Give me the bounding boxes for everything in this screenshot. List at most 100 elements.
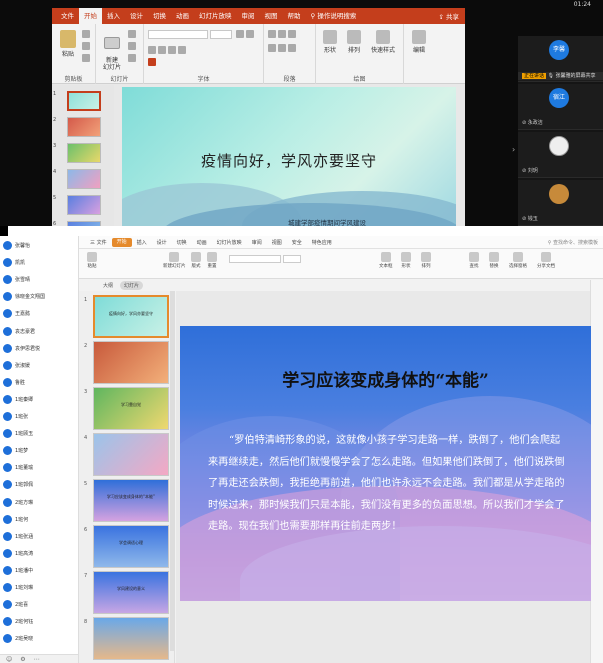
list-item[interactable]: 鲁胜 xyxy=(3,377,25,388)
list-item[interactable]: 徐晓金文翔国 xyxy=(3,291,45,302)
section-icon[interactable] xyxy=(128,54,136,62)
wps-menu-security[interactable]: 安全 xyxy=(287,239,307,246)
underline-icon[interactable] xyxy=(168,46,176,54)
wps-layout-button[interactable]: 版式 xyxy=(191,252,201,269)
wps-textbox-button[interactable]: 文本框 xyxy=(379,252,393,269)
ppt-thumb-3[interactable]: 3 xyxy=(53,143,111,165)
thumbnail-scrollbar[interactable] xyxy=(170,291,174,651)
wps-font-name-field[interactable] xyxy=(229,255,281,263)
wps-new-slide-button[interactable]: 新建幻灯片 xyxy=(163,252,186,269)
list-item[interactable]: 凯凯 xyxy=(3,257,25,268)
layout-icon[interactable] xyxy=(128,30,136,38)
list-item[interactable]: 1班高涛 xyxy=(3,548,33,559)
wps-replace-button[interactable]: 替换 xyxy=(489,252,499,269)
wps-font-size-field[interactable] xyxy=(283,255,301,263)
align-center-icon[interactable] xyxy=(278,44,286,52)
wps-thumb-2[interactable]: 2 xyxy=(83,341,171,386)
bold-icon[interactable] xyxy=(148,46,156,54)
ppt-tab-insert[interactable]: 插入 xyxy=(102,8,125,24)
list-item[interactable]: 1班秦卿 xyxy=(3,394,33,405)
wps-thumb-7[interactable]: 7 学风建设的意义 xyxy=(83,571,171,616)
list-item[interactable]: 1班刘琳 xyxy=(3,582,33,593)
wps-thumb-1[interactable]: 1 疫情向好，学风亦要坚守 xyxy=(83,295,171,340)
ppt-thumb-5[interactable]: 5 xyxy=(53,195,111,217)
list-item[interactable]: 1班顾玉 xyxy=(3,428,33,439)
ppt-tab-design[interactable]: 设计 xyxy=(125,8,148,24)
tab-outline[interactable]: 大纲 xyxy=(99,281,117,290)
list-item[interactable]: 1班潘中 xyxy=(3,565,33,576)
ppt-shape-button[interactable]: 形状 xyxy=(320,30,340,54)
ppt-quick-style-button[interactable]: 快速样式 xyxy=(368,30,398,54)
ppt-tab-view[interactable]: 视图 xyxy=(260,8,283,24)
align-left-icon[interactable] xyxy=(268,44,276,52)
ppt-tab-transitions[interactable]: 切换 xyxy=(148,8,171,24)
ppt-tab-home[interactable]: 开始 xyxy=(79,8,102,24)
font-color-icon[interactable] xyxy=(148,58,156,66)
wps-search-box[interactable]: ⚲ 查找命令、搜索模板 xyxy=(548,239,603,246)
wps-menu-slideshow[interactable]: 幻灯片放映 xyxy=(212,239,247,246)
ppt-tab-review[interactable]: 审阅 xyxy=(237,8,260,24)
participant-tile[interactable]: ⊘ 刘玥 xyxy=(518,132,603,178)
list-item[interactable]: 2班吴晓 xyxy=(3,633,33,644)
strikethrough-icon[interactable] xyxy=(178,46,186,54)
ppt-thumb-2[interactable]: 2 xyxy=(53,117,111,139)
list-item[interactable]: 1班郭佩 xyxy=(3,479,33,490)
ppt-thumb-4[interactable]: 4 xyxy=(53,169,111,191)
list-item[interactable]: 张馨怡 xyxy=(3,240,30,251)
wps-menu-features[interactable]: 特色应用 xyxy=(307,239,337,246)
ppt-tab-file[interactable]: 文件 xyxy=(56,8,79,24)
ppt-share-button[interactable]: ⇪ 共享 xyxy=(438,11,459,21)
wps-thumb-8[interactable]: 8 xyxy=(83,617,171,662)
list-item[interactable]: 1班董瑜 xyxy=(3,462,33,473)
wps-menu-transitions[interactable]: 切换 xyxy=(172,239,192,246)
list-item[interactable]: 1班何 xyxy=(3,514,28,525)
shrink-font-icon[interactable] xyxy=(246,30,254,38)
indent-icon[interactable] xyxy=(288,30,296,38)
tab-slides[interactable]: 幻灯片 xyxy=(120,280,144,290)
settings-icon[interactable]: ⚙ xyxy=(20,656,25,663)
wps-menu-design[interactable]: 设计 xyxy=(152,239,172,246)
wps-reset-button[interactable]: 重置 xyxy=(207,252,217,269)
ppt-tab-help[interactable]: 帮助 xyxy=(283,8,306,24)
cut-icon[interactable] xyxy=(82,30,90,38)
chevron-right-icon[interactable]: › xyxy=(512,145,515,154)
align-right-icon[interactable] xyxy=(288,44,296,52)
list-item[interactable]: 袁伊思君悦 xyxy=(3,343,40,354)
ppt-paste-button[interactable]: 粘贴 xyxy=(58,30,78,58)
wps-arrange-button[interactable]: 排列 xyxy=(421,252,431,269)
wps-menu-file[interactable]: 三 文件 xyxy=(85,239,112,246)
ppt-new-slide-button[interactable]: 新建 幻灯片 xyxy=(100,30,124,71)
ppt-edit-button[interactable]: 编辑 xyxy=(408,30,430,54)
wps-find-button[interactable]: 查找 xyxy=(469,252,479,269)
font-name-field[interactable] xyxy=(148,30,208,39)
format-painter-icon[interactable] xyxy=(82,54,90,62)
italic-icon[interactable] xyxy=(158,46,166,54)
wps-menu-insert[interactable]: 插入 xyxy=(132,239,152,246)
list-item[interactable]: 张淑媛 xyxy=(3,360,30,371)
ppt-current-slide[interactable]: 疫情向好，学风亦要坚守 城建学部疫情期间学风建设 xyxy=(122,87,456,226)
more-icon[interactable]: ⋯ xyxy=(34,656,40,663)
list-item[interactable]: 1班梦 xyxy=(3,445,28,456)
font-size-field[interactable] xyxy=(210,30,232,39)
numbering-icon[interactable] xyxy=(278,30,286,38)
list-item[interactable]: 张雪晴 xyxy=(3,274,30,285)
wps-thumb-6[interactable]: 6 学会调适心理 xyxy=(83,525,171,570)
wps-menu-home[interactable]: 开始 xyxy=(111,237,132,247)
participant-tile[interactable]: 李馨 正在讲话 🎙 张馨雅的屏幕共享 xyxy=(518,36,603,82)
copy-icon[interactable] xyxy=(82,42,90,50)
list-item[interactable]: 王嘉懿 xyxy=(3,308,30,319)
wps-share-doc-button[interactable]: 分享文档 xyxy=(537,252,555,269)
ppt-thumb-1[interactable]: 1 xyxy=(53,91,111,113)
list-item[interactable]: 2班何钰 xyxy=(3,616,33,627)
bullets-icon[interactable] xyxy=(268,30,276,38)
wps-shape-button[interactable]: 形状 xyxy=(401,252,411,269)
wps-thumb-3[interactable]: 3 学习靠自觉 xyxy=(83,387,171,432)
list-item[interactable]: 2班方琳 xyxy=(3,497,33,508)
ppt-tell-me[interactable]: ⚲ 操作说明搜索 xyxy=(306,8,362,24)
emoji-icon[interactable]: ☺ xyxy=(6,656,12,663)
list-item[interactable]: 1班张涵 xyxy=(3,531,33,542)
ppt-tab-animations[interactable]: 动画 xyxy=(171,8,194,24)
ppt-arrange-button[interactable]: 排列 xyxy=(344,30,364,54)
wps-selection-pane-button[interactable]: 选择窗格 xyxy=(509,252,527,269)
participant-tile[interactable]: ⊘ 钱玉 xyxy=(518,180,603,226)
